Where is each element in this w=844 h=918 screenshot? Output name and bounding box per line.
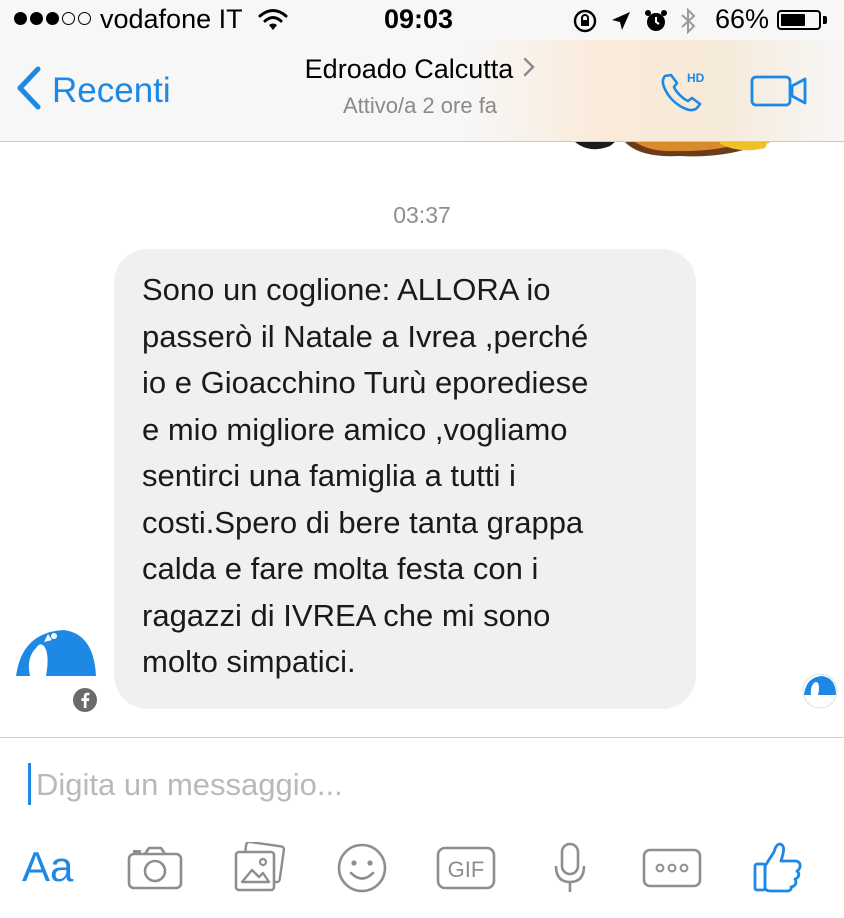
more-button[interactable] (642, 848, 702, 893)
chevron-left-icon (16, 66, 42, 115)
contact-name: Edroado Calcutta (304, 54, 514, 84)
message-composer (28, 763, 808, 807)
signal-dot (78, 12, 91, 25)
signal-dot (30, 12, 43, 25)
phone-icon: HD (661, 71, 705, 112)
read-receipt-avatar (802, 673, 838, 709)
text-size-icon: Aa (22, 843, 74, 890)
gif-label: GIF (448, 857, 485, 882)
signal-dot (14, 12, 27, 25)
text-size-button[interactable]: Aa (22, 842, 73, 892)
conversation-header: Recenti Edroado Calcutta Attivo/a 2 ore … (0, 40, 844, 142)
carrier-name: vodafone IT (100, 4, 243, 34)
rotation-lock-icon (572, 8, 598, 39)
camera-button[interactable] (127, 846, 183, 895)
hd-badge: HD (687, 71, 705, 85)
emoji-button[interactable] (336, 842, 388, 899)
battery-tip (823, 16, 827, 24)
message-input[interactable] (36, 763, 796, 807)
more-icon (642, 848, 702, 888)
battery-percent: 66% (715, 4, 770, 34)
back-label: Recenti (52, 70, 171, 110)
microphone-button[interactable] (554, 842, 586, 899)
bluetooth-icon (680, 7, 696, 39)
message-text: Sono un coglione: ALLORA io passerò il N… (142, 272, 589, 679)
photo-gallery-button[interactable] (232, 840, 286, 899)
hd-call-button[interactable]: HD (657, 66, 711, 121)
status-bar: vodafone IT 09:03 66% (0, 0, 844, 40)
location-arrow-icon (610, 10, 632, 37)
photo-gallery-icon (234, 840, 286, 892)
message-bubble[interactable]: Sono un coglione: ALLORA io passerò il N… (114, 249, 696, 709)
emoji-icon (337, 843, 387, 893)
video-camera-icon (750, 75, 807, 107)
message-timestamp: 03:37 (393, 202, 451, 228)
contact-info[interactable]: Edroado Calcutta Attivo/a 2 ore fa (250, 54, 590, 119)
microphone-icon (554, 842, 586, 892)
signal-dot (62, 12, 75, 25)
contact-status: Attivo/a 2 ore fa (342, 93, 498, 118)
wifi-icon (258, 8, 288, 37)
status-time: 09:03 (384, 4, 454, 34)
chevron-right-icon (523, 57, 536, 82)
signal-strength-icon (14, 12, 91, 25)
signal-dot (46, 12, 59, 25)
back-button[interactable]: Recenti (16, 66, 171, 115)
sticker-image (570, 142, 780, 160)
facebook-badge-icon (71, 686, 99, 714)
like-icon (753, 842, 802, 893)
alarm-icon (644, 9, 668, 38)
like-button[interactable] (752, 840, 804, 899)
text-caret (28, 763, 31, 805)
composer-divider (0, 737, 844, 738)
gif-button[interactable]: GIF (436, 846, 496, 895)
camera-icon (127, 846, 183, 890)
video-call-button[interactable] (750, 74, 808, 113)
battery-fill (781, 14, 805, 26)
battery-icon (777, 10, 821, 30)
gif-icon: GIF (436, 846, 496, 890)
